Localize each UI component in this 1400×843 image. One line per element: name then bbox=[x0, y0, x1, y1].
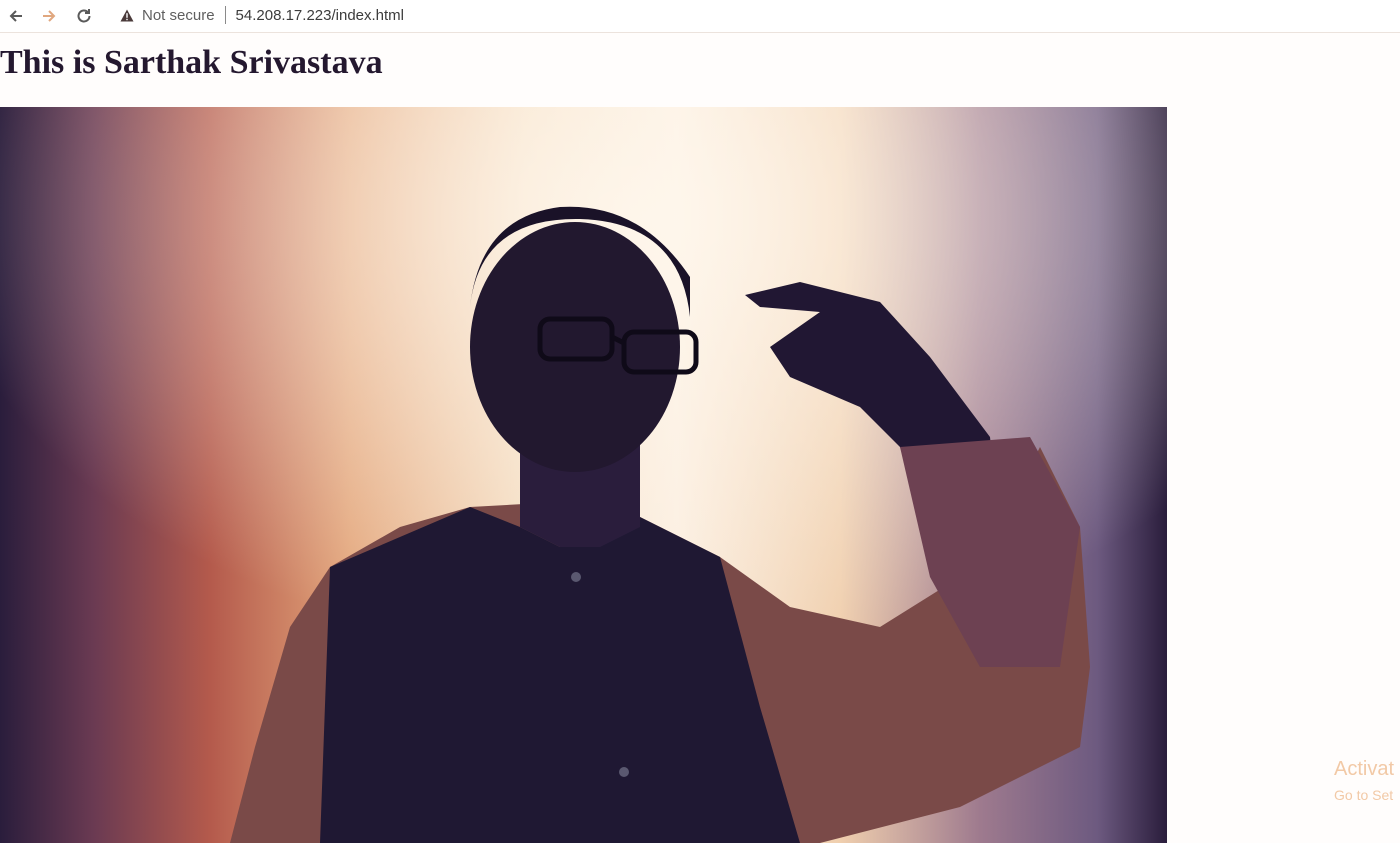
browser-toolbar: Not secure 54.208.17.223/index.html bbox=[0, 0, 1400, 33]
address-separator bbox=[224, 6, 226, 24]
activation-watermark-subtitle: Go to Set bbox=[1334, 787, 1394, 803]
url-text[interactable]: 54.208.17.223/index.html bbox=[236, 7, 404, 24]
security-label[interactable]: Not secure bbox=[142, 7, 215, 24]
reload-icon bbox=[75, 7, 93, 25]
profile-photo bbox=[0, 107, 1167, 843]
forward-arrow-icon bbox=[40, 7, 58, 25]
address-bar[interactable]: Not secure 54.208.17.223/index.html bbox=[112, 2, 1012, 28]
back-button[interactable] bbox=[3, 3, 29, 29]
reload-button[interactable] bbox=[71, 3, 97, 29]
warning-icon bbox=[120, 7, 136, 23]
forward-button[interactable] bbox=[36, 3, 62, 29]
page-title: This is Sarthak Srivastava bbox=[0, 44, 383, 81]
back-arrow-icon bbox=[7, 7, 25, 25]
activation-watermark-title: Activat bbox=[1334, 758, 1395, 780]
